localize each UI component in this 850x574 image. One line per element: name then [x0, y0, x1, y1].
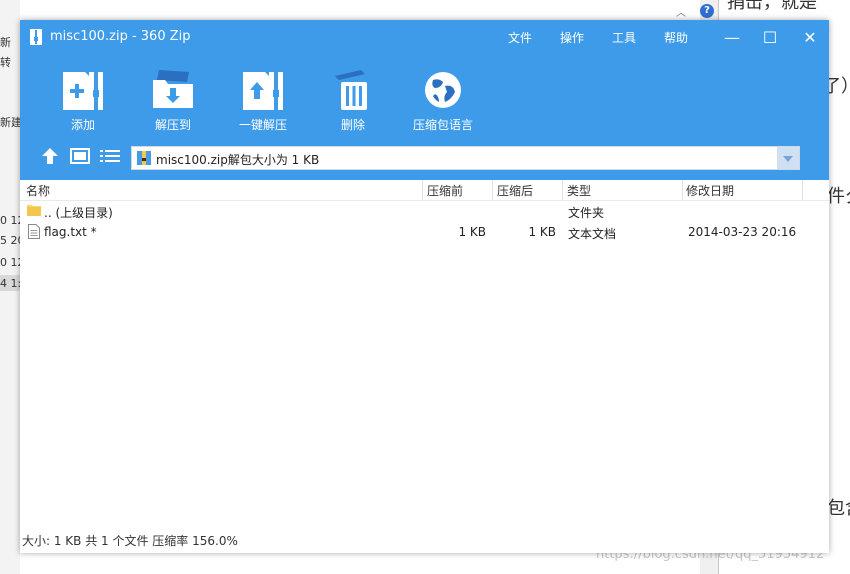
zip-window: misc100.zip - 360 Zip 文件 操作 工具 帮助 — ☐ ✕ … [20, 20, 829, 553]
bg-fragment: 新 [0, 36, 11, 49]
item-size-after: 1 KB [528, 225, 556, 239]
bg-text: 捐击，就是 [727, 0, 817, 13]
extract-to-label: 解压到 [154, 118, 191, 132]
folder-icon [27, 205, 41, 216]
up-arrow-icon[interactable] [40, 146, 60, 166]
maximize-button[interactable]: ☐ [755, 25, 785, 51]
extract-to-button[interactable]: 解压到 [128, 68, 218, 134]
one-click-extract-icon [243, 72, 283, 110]
add-archive-icon [63, 72, 103, 110]
column-separator[interactable] [562, 180, 563, 200]
bg-text: 件夕 [827, 186, 850, 207]
minimize-button[interactable]: — [717, 25, 747, 51]
archive-language-button[interactable]: 压缩包语言 [398, 68, 488, 134]
bg-fragment: 4 1: [0, 277, 22, 290]
trash-icon [335, 70, 367, 110]
menu-file[interactable]: 文件 [508, 29, 532, 46]
zip-app-icon [30, 29, 42, 45]
delete-button[interactable]: 删除 [308, 68, 398, 134]
column-after[interactable]: 压缩后 [497, 182, 533, 199]
title-bar[interactable]: misc100.zip - 360 Zip 文件 操作 工具 帮助 — ☐ ✕ [20, 20, 829, 56]
menu-help[interactable]: 帮助 [664, 29, 688, 46]
add-button[interactable]: 添加 [38, 68, 128, 134]
list-item-parent[interactable]: .. (上级目录) 文件夹 [20, 201, 829, 221]
column-separator[interactable] [422, 180, 423, 200]
column-before[interactable]: 压缩前 [427, 182, 463, 199]
column-separator[interactable] [492, 180, 493, 200]
list-item-file[interactable]: flag.txt * 1 KB 1 KB 文本文档 2014-03-23 20:… [20, 222, 829, 242]
one-click-extract-label: 一键解压 [238, 118, 287, 132]
list-view-icon[interactable] [100, 149, 120, 163]
extract-to-icon [153, 70, 193, 108]
address-text: misc100.zip解包大小为 1 KB [156, 153, 320, 167]
background-explorer-left: 新 转 新建 0 12 5 20 0 12 4 1: [0, 0, 25, 574]
bg-fragment: 新建 [0, 116, 22, 129]
add-label: 添加 [70, 118, 95, 132]
column-separator[interactable] [682, 180, 683, 200]
item-name: .. (上级目录) [44, 206, 113, 220]
item-name: flag.txt * [44, 225, 97, 239]
thumbnail-view-icon[interactable] [70, 148, 90, 164]
address-bar[interactable]: misc100.zip解包大小为 1 KB [131, 146, 800, 170]
one-click-extract-button[interactable]: 一键解压 [218, 68, 308, 134]
column-modified[interactable]: 修改日期 [686, 182, 734, 199]
column-separator[interactable] [802, 180, 803, 200]
item-size-before: 1 KB [458, 225, 486, 239]
item-type: 文件夹 [568, 206, 605, 220]
bg-text: 包含 [827, 498, 850, 519]
globe-icon [425, 72, 461, 108]
status-bar: 大小: 1 KB 共 1 个文件 压缩率 156.0% [22, 534, 238, 548]
list-header: 名称 压缩前 压缩后 类型 修改日期 [20, 180, 829, 201]
archive-language-label: 压缩包语言 [412, 118, 473, 132]
column-type[interactable]: 类型 [567, 182, 591, 199]
scroll-up-icon: ︿ [676, 8, 686, 19]
close-button[interactable]: ✕ [795, 25, 825, 51]
menu-tools[interactable]: 工具 [612, 29, 636, 46]
delete-label: 删除 [340, 118, 365, 132]
help-icon: ? [700, 4, 714, 18]
bg-fragment: 转 [0, 56, 11, 69]
item-modified: 2014-03-23 20:16 [688, 225, 797, 239]
item-type: 文本文档 [568, 227, 617, 241]
menu-operate[interactable]: 操作 [560, 29, 584, 46]
address-dropdown-button[interactable] [777, 147, 799, 169]
column-name[interactable]: 名称 [26, 182, 50, 199]
text-file-icon [28, 224, 40, 239]
zip-file-icon [137, 151, 151, 165]
window-title: misc100.zip - 360 Zip [50, 29, 191, 44]
